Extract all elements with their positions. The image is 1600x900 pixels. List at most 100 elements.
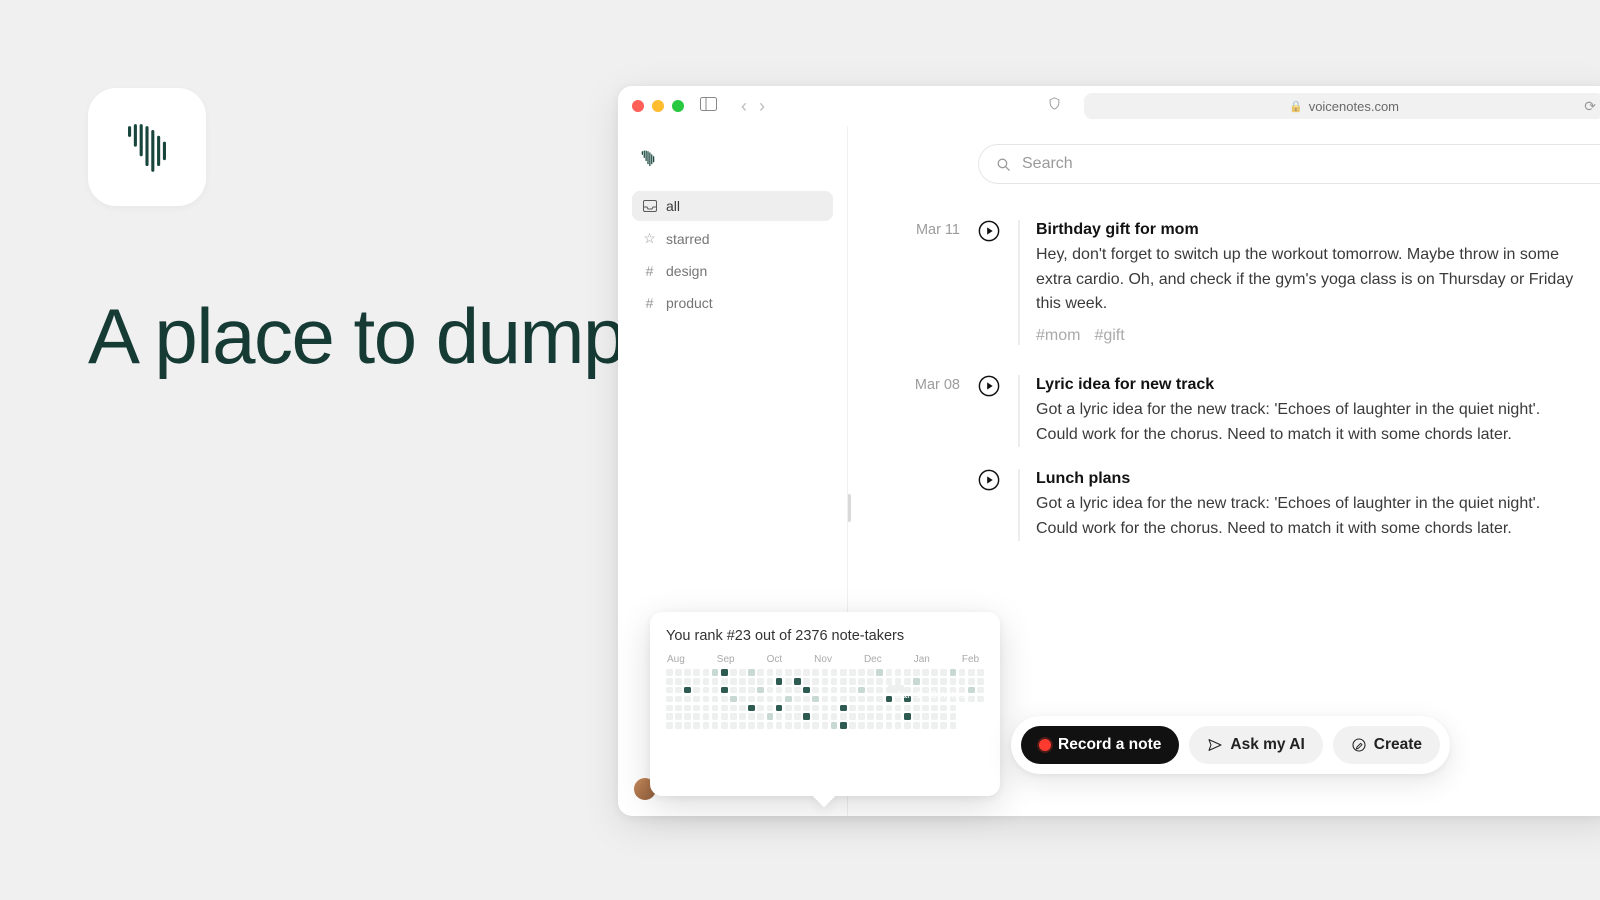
sidebar-app-logo[interactable] <box>638 148 833 173</box>
heatmap-cell[interactable] <box>867 722 874 729</box>
heatmap-cell[interactable] <box>931 722 938 729</box>
heatmap-cell[interactable] <box>867 705 874 712</box>
heatmap-cell[interactable] <box>822 705 829 712</box>
heatmap-cell[interactable] <box>693 678 700 685</box>
heatmap-cell[interactable] <box>776 678 783 685</box>
heatmap-cell[interactable] <box>675 713 682 720</box>
heatmap-cell[interactable] <box>712 678 719 685</box>
heatmap-cell[interactable] <box>684 669 691 676</box>
heatmap-cell[interactable] <box>785 687 792 694</box>
heatmap-cell[interactable] <box>730 722 737 729</box>
heatmap-cell[interactable] <box>812 722 819 729</box>
heatmap-cell[interactable] <box>739 705 746 712</box>
sidebar-item-product[interactable]: # product <box>632 288 833 318</box>
heatmap-cell[interactable] <box>840 678 847 685</box>
heatmap-cell[interactable] <box>675 705 682 712</box>
heatmap-cell[interactable] <box>849 678 856 685</box>
heatmap-cell[interactable] <box>959 678 966 685</box>
heatmap-cell[interactable] <box>767 722 774 729</box>
heatmap-cell[interactable] <box>675 678 682 685</box>
heatmap-cell[interactable] <box>849 713 856 720</box>
heatmap-cell[interactable] <box>803 678 810 685</box>
heatmap-cell[interactable] <box>767 705 774 712</box>
heatmap-cell[interactable] <box>757 678 764 685</box>
heatmap-cell[interactable] <box>876 722 883 729</box>
heatmap-cell[interactable] <box>831 696 838 703</box>
heatmap-cell[interactable] <box>739 669 746 676</box>
record-note-button[interactable]: Record a note <box>1021 726 1179 764</box>
heatmap-cell[interactable] <box>730 705 737 712</box>
heatmap-cell[interactable] <box>693 705 700 712</box>
heatmap-cell[interactable] <box>886 705 893 712</box>
heatmap-cell[interactable] <box>940 705 947 712</box>
heatmap-cell[interactable] <box>831 705 838 712</box>
heatmap-cell[interactable] <box>812 669 819 676</box>
heatmap-cell[interactable] <box>931 678 938 685</box>
heatmap-cell[interactable] <box>968 696 975 703</box>
url-bar[interactable]: 🔒 voicenotes.com ⟳ <box>1084 93 1600 119</box>
reload-icon[interactable]: ⟳ <box>1584 98 1596 115</box>
heatmap-cell[interactable] <box>794 696 801 703</box>
heatmap-cell[interactable] <box>858 713 865 720</box>
heatmap-cell[interactable] <box>767 696 774 703</box>
heatmap-cell[interactable] <box>794 722 801 729</box>
heatmap-cell[interactable] <box>666 713 673 720</box>
heatmap-cell[interactable] <box>913 722 920 729</box>
heatmap-cell[interactable] <box>776 696 783 703</box>
heatmap-cell[interactable] <box>703 722 710 729</box>
heatmap-cell[interactable] <box>831 687 838 694</box>
heatmap-cell[interactable] <box>739 722 746 729</box>
heatmap-cell[interactable] <box>666 678 673 685</box>
heatmap-cell[interactable] <box>712 687 719 694</box>
heatmap-cell[interactable] <box>721 696 728 703</box>
heatmap-cell[interactable] <box>666 687 673 694</box>
heatmap-cell[interactable] <box>712 713 719 720</box>
heatmap-cell[interactable] <box>730 696 737 703</box>
heatmap-cell[interactable] <box>895 722 902 729</box>
heatmap-cell[interactable] <box>748 713 755 720</box>
heatmap-cell[interactable] <box>840 687 847 694</box>
heatmap-cell[interactable] <box>886 669 893 676</box>
heatmap-cell[interactable] <box>858 722 865 729</box>
heatmap-cell[interactable] <box>822 713 829 720</box>
heatmap-cell[interactable] <box>840 722 847 729</box>
heatmap-cell[interactable] <box>730 669 737 676</box>
heatmap-cell[interactable] <box>895 669 902 676</box>
heatmap-cell[interactable] <box>840 669 847 676</box>
heatmap-cell[interactable] <box>794 669 801 676</box>
heatmap-cell[interactable] <box>876 687 883 694</box>
heatmap-cell[interactable] <box>886 678 893 685</box>
heatmap-cell[interactable] <box>867 678 874 685</box>
heatmap-cell[interactable] <box>684 705 691 712</box>
sidebar-toggle-icon[interactable] <box>694 97 723 115</box>
heatmap-cell[interactable] <box>904 678 911 685</box>
heatmap-cell[interactable] <box>703 669 710 676</box>
heatmap-cell[interactable] <box>776 687 783 694</box>
heatmap-cell[interactable] <box>666 669 673 676</box>
heatmap-cell[interactable] <box>849 705 856 712</box>
heatmap-cell[interactable] <box>693 722 700 729</box>
heatmap-cell[interactable] <box>895 678 902 685</box>
heatmap-cell[interactable] <box>922 713 929 720</box>
heatmap-cell[interactable] <box>977 669 984 676</box>
heatmap-cell[interactable] <box>858 678 865 685</box>
heatmap-cell[interactable] <box>913 669 920 676</box>
heatmap-cell[interactable] <box>922 705 929 712</box>
heatmap-cell[interactable] <box>840 713 847 720</box>
heatmap-cell[interactable] <box>913 705 920 712</box>
heatmap-cell[interactable] <box>849 722 856 729</box>
heatmap-cell[interactable] <box>831 713 838 720</box>
heatmap-cell[interactable] <box>940 722 947 729</box>
sidebar-item-all[interactable]: all <box>632 191 833 221</box>
heatmap-cell[interactable] <box>904 669 911 676</box>
heatmap-cell[interactable] <box>812 713 819 720</box>
heatmap-cell[interactable] <box>794 705 801 712</box>
heatmap-cell[interactable] <box>950 713 957 720</box>
heatmap-cell[interactable] <box>858 669 865 676</box>
heatmap-cell[interactable] <box>913 678 920 685</box>
heatmap-cell[interactable] <box>666 705 673 712</box>
heatmap-cell[interactable] <box>684 722 691 729</box>
heatmap-cell[interactable] <box>693 713 700 720</box>
heatmap-cell[interactable] <box>748 722 755 729</box>
heatmap-cell[interactable] <box>822 678 829 685</box>
